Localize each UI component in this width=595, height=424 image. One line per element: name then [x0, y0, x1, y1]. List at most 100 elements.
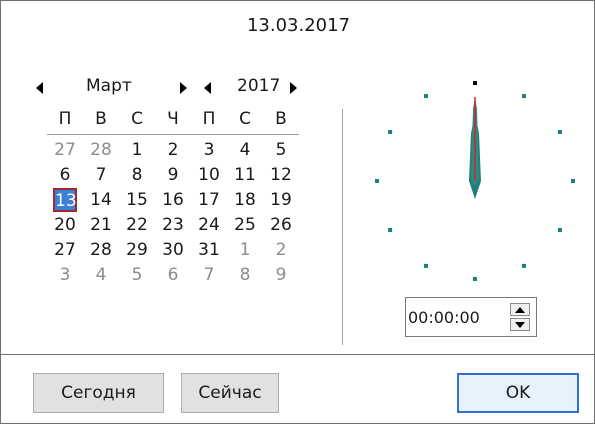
- today-button[interactable]: Сегодня: [33, 373, 164, 413]
- calendar-day-number: 30: [162, 240, 184, 260]
- calendar-day[interactable]: 6: [155, 263, 191, 288]
- calendar-day[interactable]: 1: [227, 238, 263, 263]
- clock-hour-marker: [424, 94, 428, 99]
- calendar-day[interactable]: 27: [47, 238, 83, 263]
- calendar-day[interactable]: 8: [227, 263, 263, 288]
- calendar-day[interactable]: 3: [47, 263, 83, 288]
- time-field: [405, 297, 537, 337]
- calendar-day-number: 21: [90, 215, 112, 235]
- calendar-day[interactable]: 21: [83, 213, 119, 238]
- calendar-day-number: 9: [275, 265, 287, 285]
- calendar-day-number: 24: [198, 215, 220, 235]
- calendar-day-number: 6: [59, 165, 71, 185]
- horizontal-divider: [1, 354, 595, 355]
- prev-year-button[interactable]: [201, 80, 215, 96]
- calendar-day[interactable]: 2: [155, 138, 191, 163]
- calendar-day-number: 3: [203, 140, 215, 160]
- calendar-week-row: 3 4 5 6 7 8 9: [47, 263, 299, 288]
- clock-hour-marker: [473, 277, 477, 281]
- calendar-day[interactable]: 12: [263, 163, 299, 188]
- calendar-day[interactable]: 18: [227, 188, 263, 213]
- calendar-day[interactable]: 22: [119, 213, 155, 238]
- calendar-day[interactable]: 31: [191, 238, 227, 263]
- calendar-day-number: 9: [167, 165, 179, 185]
- calendar-day[interactable]: 14: [83, 188, 119, 213]
- time-increment-button[interactable]: [510, 303, 530, 316]
- time-input[interactable]: [408, 306, 504, 328]
- calendar-day-number: 23: [162, 215, 184, 235]
- time-decrement-button[interactable]: [510, 318, 530, 331]
- calendar-day[interactable]: 5: [119, 263, 155, 288]
- triangle-right-icon: [180, 82, 187, 94]
- calendar-day-number: 13: [53, 188, 77, 212]
- vertical-divider: [342, 109, 343, 345]
- calendar-day[interactable]: 24: [191, 213, 227, 238]
- calendar-day-number: 5: [275, 140, 287, 160]
- selected-date-title: 13.03.2017: [246, 15, 351, 36]
- calendar-day[interactable]: 11: [227, 163, 263, 188]
- clock-hour-marker: [522, 94, 526, 99]
- prev-month-button[interactable]: [33, 80, 47, 96]
- next-month-button[interactable]: [177, 80, 191, 96]
- calendar-day[interactable]: 7: [191, 263, 227, 288]
- calendar-day[interactable]: 8: [119, 163, 155, 188]
- calendar-day-number: 16: [162, 190, 184, 210]
- arrow-down-icon: [515, 321, 525, 328]
- arrow-up-icon: [515, 306, 525, 313]
- calendar-day[interactable]: 1: [119, 138, 155, 163]
- calendar-day[interactable]: 17: [191, 188, 227, 213]
- weekday-label: С: [239, 109, 251, 129]
- calendar-day-number: 6: [167, 265, 179, 285]
- calendar-day-number: 1: [239, 240, 251, 260]
- calendar-day[interactable]: 27: [47, 138, 83, 163]
- calendar-day[interactable]: 16: [155, 188, 191, 213]
- calendar-day[interactable]: 23: [155, 213, 191, 238]
- weekday-label: С: [131, 109, 143, 129]
- calendar-day[interactable]: 4: [227, 138, 263, 163]
- calendar-day[interactable]: 28: [83, 238, 119, 263]
- calendar-day[interactable]: 2: [263, 238, 299, 263]
- weekday-label: В: [95, 109, 107, 129]
- calendar-day-number: 11: [234, 165, 256, 185]
- calendar-day-number: 17: [198, 190, 220, 210]
- year-label: 2017: [237, 76, 281, 96]
- calendar-day-selected[interactable]: 13: [47, 188, 83, 213]
- calendar-day[interactable]: 28: [83, 138, 119, 163]
- calendar-day[interactable]: 25: [227, 213, 263, 238]
- calendar-day[interactable]: 30: [155, 238, 191, 263]
- calendar-day[interactable]: 26: [263, 213, 299, 238]
- calendar-day-number: 3: [59, 265, 71, 285]
- calendar-day-number: 4: [95, 265, 107, 285]
- calendar-day[interactable]: 4: [83, 263, 119, 288]
- calendar-day[interactable]: 10: [191, 163, 227, 188]
- calendar-day-number: 5: [131, 265, 143, 285]
- calendar-day[interactable]: 9: [263, 263, 299, 288]
- weekday-label: В: [275, 109, 287, 129]
- calendar-day[interactable]: 29: [119, 238, 155, 263]
- clock-hour-marker: [473, 81, 477, 85]
- ok-button[interactable]: OK: [457, 373, 579, 413]
- calendar-day[interactable]: 9: [155, 163, 191, 188]
- clock-hour-marker: [388, 228, 393, 232]
- calendar-day-number: 28: [90, 240, 112, 260]
- calendar-day-number: 25: [234, 215, 256, 235]
- weekday-label: Ч: [167, 109, 179, 129]
- clock-hour-marker: [375, 179, 379, 183]
- calendar-day[interactable]: 19: [263, 188, 299, 213]
- calendar-day[interactable]: 20: [47, 213, 83, 238]
- weekday-label: П: [58, 109, 72, 129]
- calendar-day-number: 22: [126, 215, 148, 235]
- calendar-day-number: 26: [270, 215, 292, 235]
- calendar-week-row: 20 21 22 23 24 25 26: [47, 213, 299, 238]
- next-year-button[interactable]: [287, 80, 301, 96]
- calendar-day[interactable]: 3: [191, 138, 227, 163]
- calendar-day[interactable]: 7: [83, 163, 119, 188]
- calendar-day-number: 8: [131, 165, 143, 185]
- calendar-day[interactable]: 5: [263, 138, 299, 163]
- calendar-day[interactable]: 6: [47, 163, 83, 188]
- now-button[interactable]: Сейчас: [181, 373, 279, 413]
- calendar-day[interactable]: 15: [119, 188, 155, 213]
- calendar-week-row: 13 14 15 16 17 18 19: [47, 188, 299, 213]
- clock-hour-marker: [424, 263, 428, 268]
- triangle-left-icon: [36, 82, 43, 94]
